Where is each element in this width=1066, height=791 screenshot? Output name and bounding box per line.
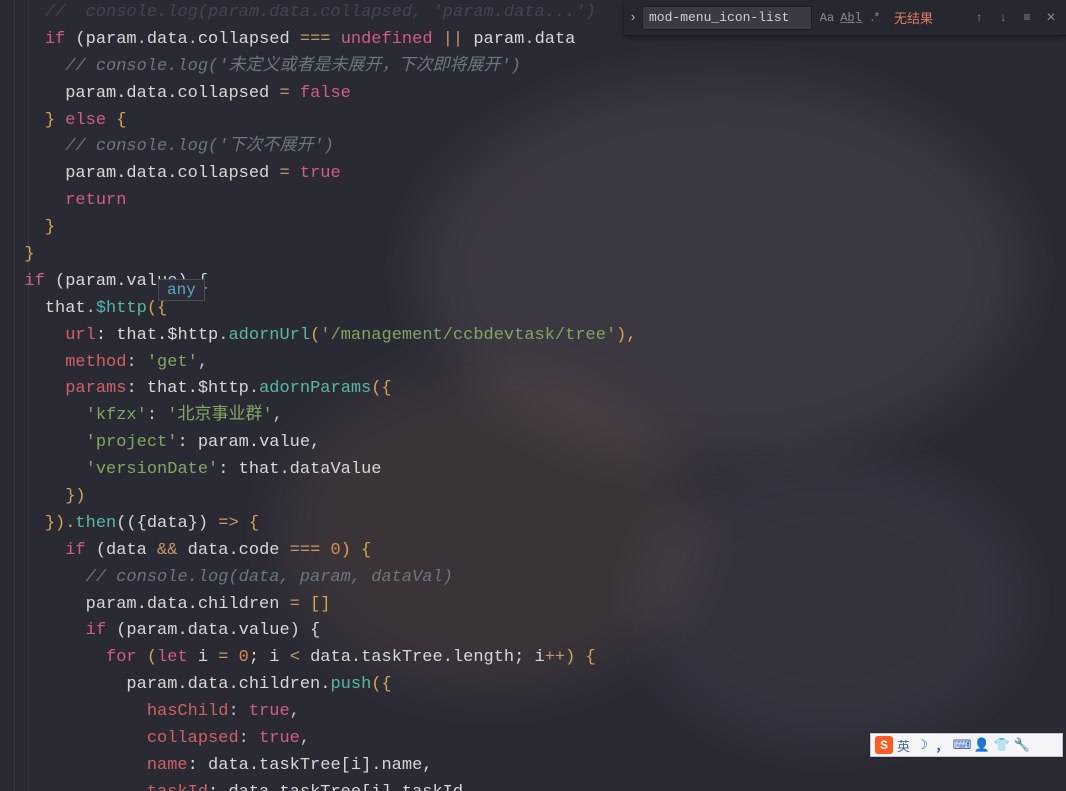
- punctuation-icon[interactable]: ，: [934, 737, 950, 753]
- code-line: } else {: [0, 108, 1066, 135]
- code-line: 'kfzx': '北京事业群',: [0, 403, 1066, 430]
- find-in-selection-button[interactable]: ≡: [1016, 7, 1038, 29]
- skin-icon[interactable]: 👕: [994, 737, 1010, 753]
- code-line: param.data.collapsed = true: [0, 161, 1066, 188]
- find-input[interactable]: [642, 6, 812, 30]
- code-line: }: [0, 215, 1066, 242]
- moon-icon[interactable]: ☽: [914, 737, 930, 753]
- code-line: if (data && data.code === 0) {: [0, 538, 1066, 565]
- toggle-replace-icon[interactable]: ›: [624, 0, 642, 36]
- use-regex-button[interactable]: ․*: [864, 7, 886, 29]
- code-line: hasChild: true,: [0, 699, 1066, 726]
- match-case-button[interactable]: Aa: [816, 7, 838, 29]
- keyboard-icon[interactable]: ⌨: [954, 737, 970, 753]
- code-line: param.data.collapsed = false: [0, 81, 1066, 108]
- code-line: 'versionDate': that.dataValue: [0, 457, 1066, 484]
- user-icon[interactable]: 👤: [974, 737, 990, 753]
- find-previous-button[interactable]: ↑: [968, 7, 990, 29]
- settings-icon[interactable]: 🔧: [1014, 737, 1030, 753]
- code-line: params: that.$http.adornParams({: [0, 376, 1066, 403]
- code-line: taskId: data.taskTree[i].taskId,: [0, 780, 1066, 791]
- sogou-ime-logo-icon[interactable]: S: [875, 736, 893, 754]
- code-line: return: [0, 188, 1066, 215]
- find-result-count: 无结果: [894, 8, 933, 27]
- close-find-button[interactable]: ×: [1040, 7, 1062, 29]
- code-line: }).then(({data}) => {: [0, 511, 1066, 538]
- code-line: // console.log('下次不展开'): [0, 134, 1066, 161]
- code-editor[interactable]: // console.log(param.data.collapsed, 'pa…: [0, 0, 1066, 791]
- ime-toolbar[interactable]: S 英 ☽ ， ⌨ 👤 👕 🔧: [870, 733, 1063, 757]
- code-line: method: 'get',: [0, 350, 1066, 377]
- match-whole-word-button[interactable]: A̲b̲l̲: [840, 7, 862, 29]
- code-line: }): [0, 484, 1066, 511]
- code-line: url: that.$http.adornUrl('/management/cc…: [0, 323, 1066, 350]
- ime-lang-indicator[interactable]: 英: [897, 736, 910, 755]
- code-line: // console.log('未定义或者是未展开，下次即将展开'): [0, 54, 1066, 81]
- type-hint-tooltip: any: [158, 279, 205, 301]
- code-line: }: [0, 242, 1066, 269]
- code-line: // console.log(data, param, dataVal): [0, 565, 1066, 592]
- find-next-button[interactable]: ↓: [992, 7, 1014, 29]
- find-panel: › Aa A̲b̲l̲ ․* 无结果 ↑ ↓ ≡ ×: [624, 0, 1066, 36]
- code-line: 'project': param.value,: [0, 430, 1066, 457]
- code-line: param.data.children.push({: [0, 672, 1066, 699]
- code-line: if (param.data.value) {: [0, 618, 1066, 645]
- code-line: for (let i = 0; i < data.taskTree.length…: [0, 645, 1066, 672]
- type-hint-text: any: [167, 281, 196, 299]
- code-line: param.data.children = []: [0, 592, 1066, 619]
